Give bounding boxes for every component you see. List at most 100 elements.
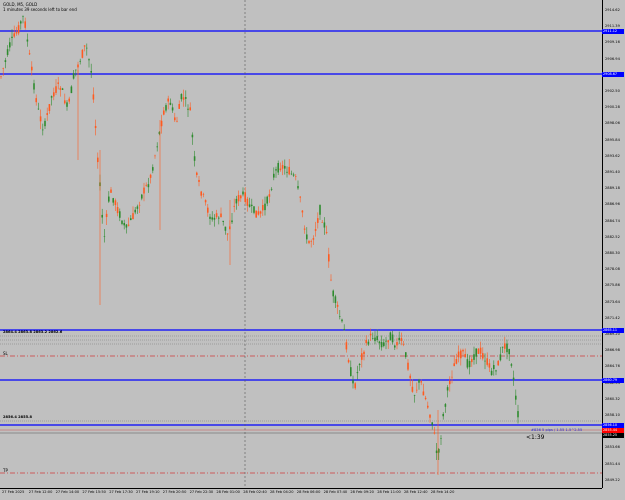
candle-body <box>165 105 167 111</box>
candle-body <box>317 218 319 223</box>
candle-body <box>37 108 40 110</box>
candle-body <box>143 187 145 194</box>
candle-body <box>59 87 62 90</box>
time-tick: 28 Feb 02:40 <box>243 490 267 494</box>
time-tick: 28 Feb 01:00 <box>216 490 240 494</box>
price-tick: 2869.20 <box>605 332 620 336</box>
chart-window[interactable]: GOLD, M5, GOLD 1 minutes 39 seconds left… <box>0 0 625 500</box>
candle-body <box>26 39 29 42</box>
candle-body <box>380 342 383 348</box>
price-tick: 2858.10 <box>605 413 620 417</box>
candle-body <box>473 354 475 360</box>
candle-body <box>405 352 407 358</box>
candle-body <box>321 222 323 223</box>
candle-body <box>125 224 128 228</box>
candle-body <box>343 328 345 331</box>
candle-body <box>275 169 277 171</box>
candle-body <box>330 279 332 281</box>
price-tick: 2853.66 <box>605 445 620 450</box>
time-tick: 28 Feb 07:40 <box>323 490 348 494</box>
candle-body <box>92 94 95 100</box>
candle-body <box>46 113 48 115</box>
candle-body <box>400 337 403 341</box>
candle-body <box>268 194 271 197</box>
candle-body <box>75 69 77 71</box>
candle-body <box>235 198 238 204</box>
candle-body <box>455 359 458 364</box>
candle-body <box>303 228 306 230</box>
candle-body <box>354 383 356 389</box>
candle-body <box>378 341 381 344</box>
candle-body <box>398 337 400 341</box>
candle-body <box>240 195 242 199</box>
candle-body <box>306 234 308 240</box>
candle-body <box>319 205 321 215</box>
price-tick: 2886.96 <box>605 202 620 207</box>
price-tick: 2889.18 <box>605 186 620 191</box>
candle-body <box>391 334 394 343</box>
price-tick: 2884.74 <box>605 218 620 223</box>
candle-body <box>130 218 132 221</box>
candle-body <box>244 192 246 203</box>
candle-body <box>383 342 385 347</box>
candle-body <box>22 16 24 17</box>
time-tick: 27 Feb 14:00 <box>55 490 80 494</box>
candle-body <box>328 254 330 262</box>
candle-body <box>64 100 66 104</box>
candle-body <box>435 450 438 454</box>
candle-body <box>163 110 165 115</box>
price-tick: 2900.28 <box>605 105 620 110</box>
price-chart[interactable] <box>0 0 602 488</box>
candle-body <box>136 206 139 209</box>
candle-body <box>424 397 427 400</box>
candle-body <box>352 380 354 384</box>
candle-body <box>394 345 396 348</box>
candle-body <box>185 97 187 99</box>
price-tick: 2864.76 <box>605 364 620 369</box>
candle-body <box>299 196 301 198</box>
candle-body <box>20 21 22 24</box>
candle-body <box>134 209 136 213</box>
candle-body <box>367 341 370 345</box>
candle-body <box>515 395 517 400</box>
price-tick: 2849.22 <box>605 477 620 482</box>
candle-body <box>198 179 200 182</box>
candle-body <box>504 343 506 349</box>
candle-body <box>204 200 207 203</box>
candle-body <box>510 364 513 366</box>
candle-body <box>266 196 268 204</box>
candle-body <box>105 213 108 218</box>
candle-body <box>361 353 363 360</box>
candle-body <box>6 49 9 55</box>
time-tick: 28 Feb 09:20 <box>350 490 374 494</box>
candle-body <box>233 205 235 207</box>
time-tick: 28 Feb 14:20 <box>430 490 455 494</box>
time-tick: 28 Feb 12:40 <box>404 490 428 494</box>
candle-body <box>213 217 216 220</box>
candle-body <box>495 370 497 372</box>
candle-body <box>477 348 480 354</box>
price-tick: 2851.44 <box>605 461 620 466</box>
candle-body <box>248 204 251 207</box>
candle-body <box>81 49 84 58</box>
time-tick: 27 Feb 17:30 <box>109 490 133 494</box>
candle-body <box>39 116 42 122</box>
time-axis[interactable]: 27 Feb 2025 27 Feb 12:00 27 Feb 14:00 27 Fe… <box>0 488 602 500</box>
level-group-top: 2864.4 2863.8 2863.2 2862.6 <box>3 330 63 334</box>
candle-body <box>2 68 4 69</box>
candle-body <box>70 86 73 94</box>
candle-body <box>68 98 70 102</box>
candle-body <box>482 353 484 359</box>
candle-body <box>15 32 18 34</box>
time-tick: 27 Feb 2025 <box>2 490 25 494</box>
candle-body <box>193 156 196 161</box>
candle-body <box>501 346 504 348</box>
candle-body <box>479 347 482 354</box>
candle-body <box>372 338 374 339</box>
candle-body <box>178 104 180 109</box>
candle-body <box>486 358 488 365</box>
candle-body <box>484 360 486 362</box>
candle-body <box>431 422 433 425</box>
candle-body <box>323 222 326 228</box>
candle-body <box>387 340 389 343</box>
